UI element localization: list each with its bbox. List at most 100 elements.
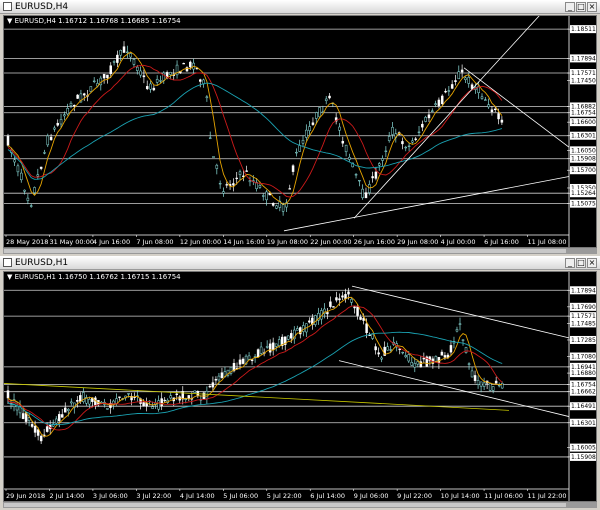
candle-body [401, 351, 404, 354]
candle [455, 326, 459, 333]
candle-body [291, 165, 295, 172]
candle-body [152, 87, 156, 91]
price-chart-h4[interactable]: 1.18511 1.17894 1.17571 1.17450 1.16882 1.167… [3, 15, 597, 248]
candle [199, 395, 203, 406]
candle [488, 383, 492, 392]
price-chart-canvas[interactable]: 1.17894 1.17690 1.175711.17485 1.17285 1.170… [4, 272, 596, 501]
candle-body [205, 390, 209, 400]
candle [305, 124, 308, 141]
maximize-button[interactable]: □ [576, 2, 586, 12]
chart-window-h4[interactable]: EURUSD,H4 _ □ × 1.18511 1.17894 1.17571 1.1… [0, 0, 600, 255]
candle [341, 291, 344, 300]
trendline[interactable] [463, 67, 570, 148]
candle-body [245, 170, 248, 172]
candle [185, 66, 189, 72]
candle-body [422, 357, 426, 360]
candle-body [450, 84, 454, 89]
close-button[interactable]: × [587, 2, 597, 12]
time-axis-label: 11 Jul 22:00 [528, 492, 567, 500]
candle [49, 133, 53, 141]
close-button[interactable]: × [587, 258, 597, 268]
candle [205, 95, 209, 102]
candle-body [182, 62, 185, 65]
minimize-button[interactable]: _ [565, 2, 575, 12]
candle-body [79, 395, 82, 402]
candle-body [142, 75, 146, 78]
candle [275, 204, 278, 210]
candle-body [305, 129, 308, 138]
price-axis-label: 1.16754 [571, 110, 596, 117]
minimize-button[interactable]: _ [565, 258, 575, 268]
candle [92, 77, 96, 84]
candle-body [222, 191, 225, 194]
candle [261, 193, 265, 201]
candle [248, 176, 252, 187]
candle [182, 62, 185, 65]
horizontal-scrollbar-h4[interactable] [3, 248, 597, 254]
candle [437, 97, 441, 109]
time-axis-label: 6 Jul 16:00 [484, 238, 519, 246]
candle [422, 352, 426, 364]
candle-body [301, 139, 305, 144]
scrollbar-thumb[interactable] [566, 249, 596, 253]
symbol-info: ▼ EURUSD,H4 1.16712 1.16768 1.16685 1.16… [7, 17, 181, 25]
candle [444, 88, 447, 94]
candle [291, 164, 295, 176]
candle-body [211, 382, 215, 388]
candle-body [288, 188, 291, 190]
candle-body [335, 297, 338, 301]
window-titlebar-h4[interactable]: EURUSD,H4 _ □ × [0, 0, 600, 14]
maximize-button[interactable]: □ [576, 258, 586, 268]
candle [421, 120, 424, 132]
price-chart-canvas[interactable]: 1.185111.178941.175711.174501.168821.167… [4, 16, 596, 247]
candle-body [277, 339, 281, 346]
candle [494, 376, 498, 384]
candle [169, 391, 172, 400]
candle [334, 113, 338, 125]
candle-body [347, 291, 350, 295]
time-axis-label: 4 Jun 16:00 [93, 238, 130, 246]
time-axis-label: 11 Jul 08:00 [528, 238, 567, 246]
price-axis-label: 1.17894 [571, 287, 596, 294]
candle-body [69, 102, 73, 106]
candle-body [26, 197, 30, 201]
candle [82, 387, 85, 404]
candle-body [66, 107, 69, 115]
candle-body [122, 46, 126, 53]
candle [214, 376, 218, 385]
time-axis-label: 3 Jul 22:00 [136, 492, 171, 500]
candle-body [470, 370, 474, 378]
candle-body [63, 114, 66, 117]
candle [329, 296, 332, 309]
candle-body [238, 171, 242, 175]
candle-body [217, 375, 221, 381]
candle-body [308, 320, 311, 323]
candle-body [39, 435, 43, 442]
candle [181, 386, 185, 405]
trendline[interactable] [338, 360, 570, 417]
candle [256, 348, 260, 358]
chart-window-h1[interactable]: EURUSD,H1 _ □ × 1.17894 1.17690 1.17571 1.1… [0, 256, 600, 510]
candle-body [290, 333, 293, 339]
candle [384, 146, 388, 158]
candle [419, 356, 423, 368]
candle [43, 149, 46, 155]
candle-body [132, 59, 136, 65]
candle-body [480, 96, 484, 99]
candle-body [491, 386, 495, 391]
time-axis-label: 12 Jun 00:00 [180, 238, 221, 246]
candle-body [500, 119, 504, 123]
trendline[interactable] [351, 285, 570, 339]
candle [308, 121, 311, 136]
candle [149, 80, 152, 93]
horizontal-scrollbar-h1[interactable] [3, 502, 597, 508]
candle-body [184, 398, 188, 400]
scrollbar-thumb[interactable] [566, 503, 596, 507]
trendline[interactable] [353, 16, 549, 219]
candle-body [324, 98, 328, 101]
candle [199, 78, 202, 88]
candle-body [464, 77, 467, 80]
price-chart-h1[interactable]: 1.17894 1.17690 1.17571 1.17485 1.17285 1.170… [3, 271, 597, 502]
candle-body [311, 122, 315, 125]
window-titlebar-h1[interactable]: EURUSD,H1 _ □ × [0, 256, 600, 270]
